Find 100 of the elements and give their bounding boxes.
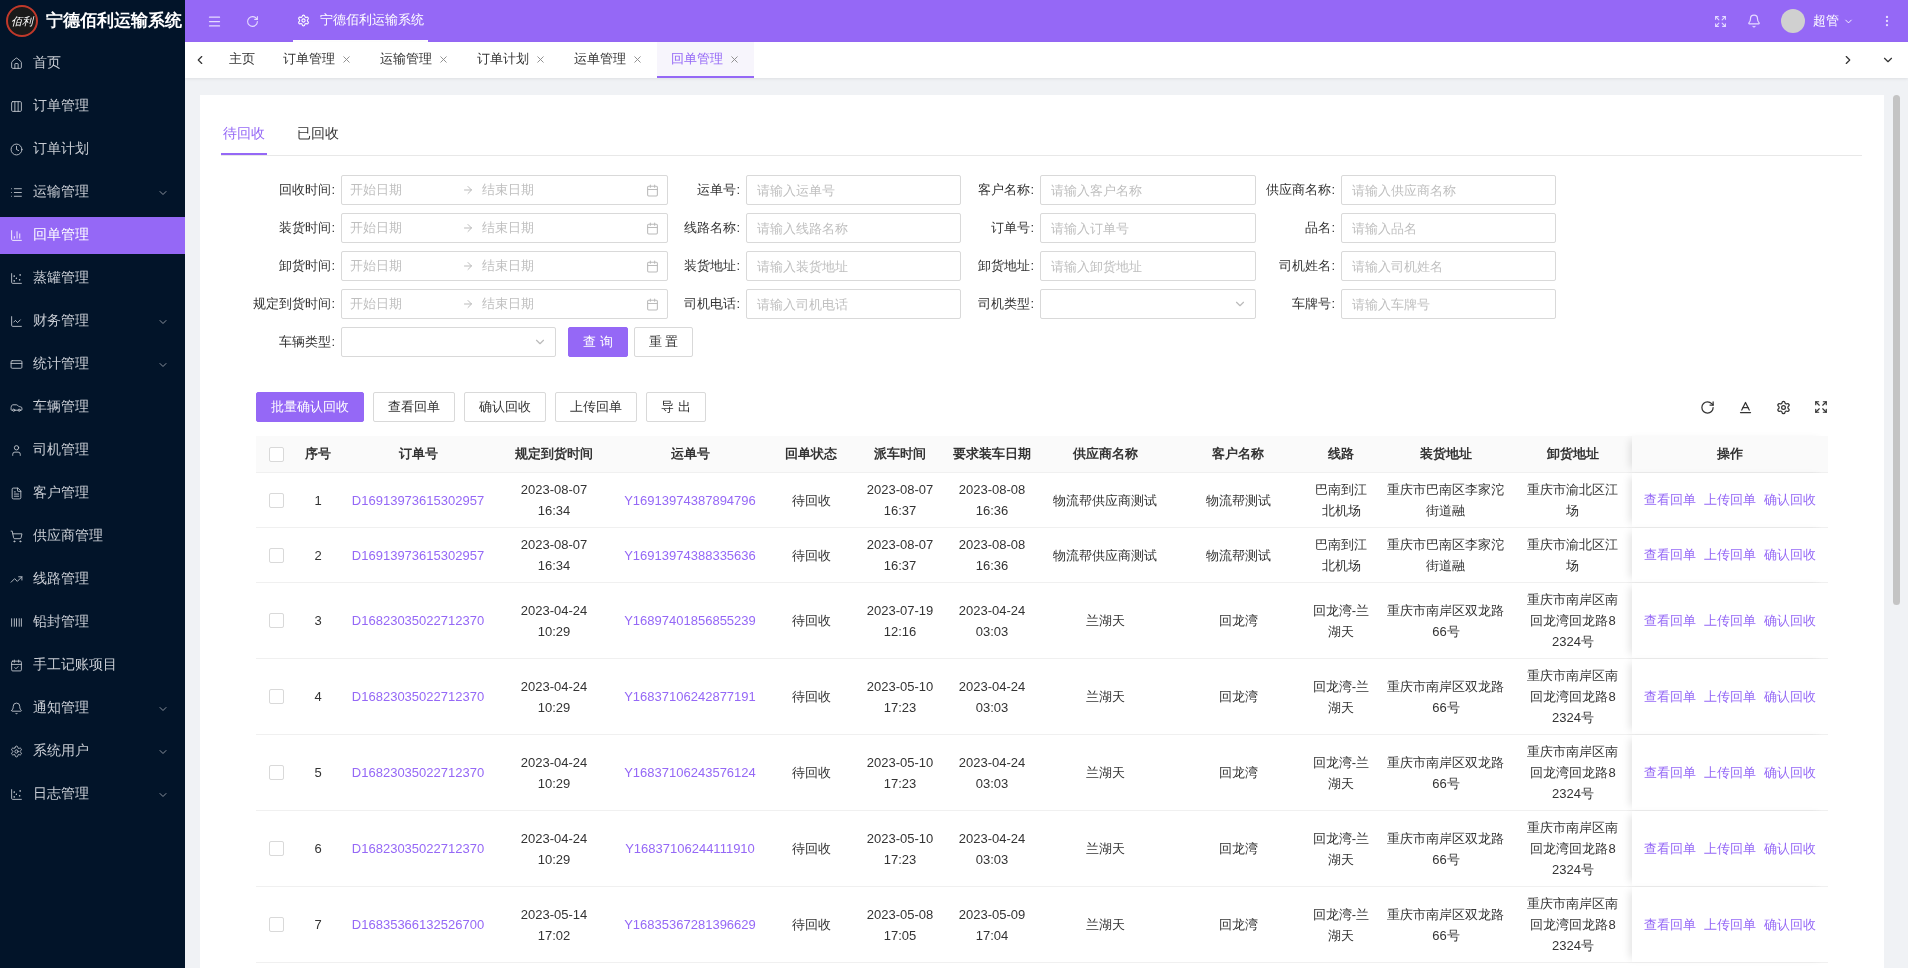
- row-checkbox[interactable]: [268, 613, 284, 628]
- text-field[interactable]: 请输入供应商名称: [1341, 175, 1556, 205]
- page-tab[interactable]: 运单管理: [560, 42, 657, 78]
- row-checkbox[interactable]: [268, 765, 284, 780]
- end-date-input[interactable]: 结束日期: [482, 294, 646, 314]
- close-icon[interactable]: [729, 53, 740, 65]
- text-field[interactable]: 请输入运单号: [746, 175, 961, 205]
- table-link[interactable]: D16823035022712370: [351, 610, 485, 631]
- text-field[interactable]: 请输入客户名称: [1040, 175, 1256, 205]
- sidebar-item[interactable]: 铅封管理: [0, 604, 185, 641]
- select-field[interactable]: [1040, 289, 1256, 319]
- page-tab[interactable]: 回单管理: [657, 42, 754, 78]
- close-icon[interactable]: [632, 53, 643, 65]
- sidebar-item[interactable]: 订单计划: [0, 131, 185, 168]
- table-link[interactable]: Y16837106242877191: [624, 686, 756, 707]
- start-date-input[interactable]: 开始日期: [350, 256, 460, 276]
- sidebar-item[interactable]: 运输管理: [0, 174, 185, 211]
- action-button[interactable]: 导 出: [646, 392, 706, 422]
- sidebar-item[interactable]: 客户管理: [0, 475, 185, 512]
- date-range-field[interactable]: 开始日期 结束日期: [341, 175, 668, 205]
- settings-icon[interactable]: [1776, 399, 1791, 415]
- close-icon[interactable]: [535, 53, 546, 65]
- sidebar-item[interactable]: 线路管理: [0, 561, 185, 598]
- page-tab[interactable]: 主页: [215, 42, 269, 78]
- sidebar-item[interactable]: 供应商管理: [0, 518, 185, 555]
- table-link[interactable]: D16823035022712370: [351, 838, 485, 859]
- fullscreen-icon[interactable]: [1814, 400, 1828, 414]
- table-link[interactable]: Y16837106243576124: [624, 762, 756, 783]
- action-button[interactable]: 确认回收: [464, 392, 546, 422]
- sidebar-item[interactable]: 车辆管理: [0, 389, 185, 426]
- row-checkbox[interactable]: [268, 492, 284, 508]
- status-tab[interactable]: 已回收: [295, 115, 341, 155]
- select-all-checkbox[interactable]: [268, 446, 284, 462]
- table-link[interactable]: Y16913974388335636: [624, 544, 756, 566]
- page-tab[interactable]: 订单计划: [463, 42, 560, 78]
- row-action-link[interactable]: 查看回单: [1644, 914, 1696, 935]
- table-link[interactable]: Y16835367281396629: [624, 914, 756, 935]
- row-action-link[interactable]: 查看回单: [1644, 838, 1696, 859]
- page-tab[interactable]: 运输管理: [366, 42, 463, 78]
- row-action-link[interactable]: 查看回单: [1644, 545, 1696, 565]
- table-link[interactable]: D16913973615302957: [351, 544, 485, 566]
- sidebar-item[interactable]: 蒸罐管理: [0, 260, 185, 297]
- table-link[interactable]: D16835366132526700: [351, 914, 485, 935]
- sidebar-item[interactable]: 日志管理: [0, 776, 185, 813]
- start-date-input[interactable]: 开始日期: [350, 180, 460, 200]
- row-action-link[interactable]: 上传回单: [1704, 545, 1756, 565]
- text-field[interactable]: 请输入品名: [1341, 213, 1556, 243]
- table-link[interactable]: Y16897401856855239: [624, 610, 756, 631]
- row-action-link[interactable]: 上传回单: [1704, 838, 1756, 859]
- select-field[interactable]: [341, 327, 556, 357]
- table-link[interactable]: D16913973615302957: [351, 489, 485, 511]
- date-range-field[interactable]: 开始日期 结束日期: [341, 251, 668, 281]
- sidebar-item[interactable]: 手工记账项目: [0, 647, 185, 684]
- text-field[interactable]: 请输入车牌号: [1341, 289, 1556, 319]
- date-range-field[interactable]: 开始日期 结束日期: [341, 289, 668, 319]
- text-field[interactable]: 请输入线路名称: [746, 213, 961, 243]
- row-action-link[interactable]: 查看回单: [1644, 686, 1696, 707]
- end-date-input[interactable]: 结束日期: [482, 256, 646, 276]
- row-action-link[interactable]: 确认回收: [1764, 914, 1816, 935]
- action-button[interactable]: 批量确认回收: [256, 392, 364, 422]
- row-action-link[interactable]: 确认回收: [1764, 610, 1816, 631]
- table-link[interactable]: Y16913974387894796: [624, 489, 756, 511]
- row-action-link[interactable]: 查看回单: [1644, 762, 1696, 783]
- refresh-icon[interactable]: [1700, 399, 1715, 415]
- density-icon[interactable]: [1738, 399, 1753, 415]
- date-range-field[interactable]: 开始日期 结束日期: [341, 213, 668, 243]
- row-action-link[interactable]: 上传回单: [1704, 762, 1756, 783]
- user-name[interactable]: 超管: [1813, 11, 1839, 31]
- table-link[interactable]: D16823035022712370: [351, 762, 485, 783]
- scrollbar-thumb[interactable]: [1892, 95, 1900, 605]
- row-action-link[interactable]: 查看回单: [1644, 490, 1696, 510]
- avatar[interactable]: [1781, 9, 1805, 33]
- action-button[interactable]: 上传回单: [555, 392, 637, 422]
- text-field[interactable]: 请输入装货地址: [746, 251, 961, 281]
- row-action-link[interactable]: 上传回单: [1704, 686, 1756, 707]
- sidebar-item[interactable]: 回单管理: [0, 217, 185, 254]
- sidebar-item[interactable]: 通知管理: [0, 690, 185, 727]
- bell-icon[interactable]: [1747, 14, 1761, 28]
- row-checkbox[interactable]: [268, 689, 284, 704]
- action-button[interactable]: 查看回单: [373, 392, 455, 422]
- status-tab[interactable]: 待回收: [221, 115, 267, 155]
- search-button[interactable]: 查 询: [568, 327, 628, 357]
- close-icon[interactable]: [341, 53, 352, 65]
- page-tab[interactable]: 订单管理: [269, 42, 366, 78]
- row-action-link[interactable]: 上传回单: [1704, 610, 1756, 631]
- sidebar-item[interactable]: 订单管理: [0, 88, 185, 125]
- table-link[interactable]: D16823035022712370: [351, 686, 485, 707]
- row-checkbox[interactable]: [268, 841, 284, 856]
- table-link[interactable]: Y16837106244111910: [625, 838, 755, 859]
- row-checkbox[interactable]: [268, 917, 284, 932]
- reset-button[interactable]: 重 置: [633, 327, 694, 357]
- start-date-input[interactable]: 开始日期: [350, 218, 460, 238]
- sidebar-item[interactable]: 司机管理: [0, 432, 185, 469]
- sidebar-item[interactable]: 财务管理: [0, 303, 185, 340]
- text-field[interactable]: 请输入订单号: [1040, 213, 1256, 243]
- sidebar-item[interactable]: 统计管理: [0, 346, 185, 383]
- row-action-link[interactable]: 确认回收: [1764, 838, 1816, 859]
- end-date-input[interactable]: 结束日期: [482, 218, 646, 238]
- sidebar-item[interactable]: 首页: [0, 45, 185, 82]
- end-date-input[interactable]: 结束日期: [482, 180, 646, 200]
